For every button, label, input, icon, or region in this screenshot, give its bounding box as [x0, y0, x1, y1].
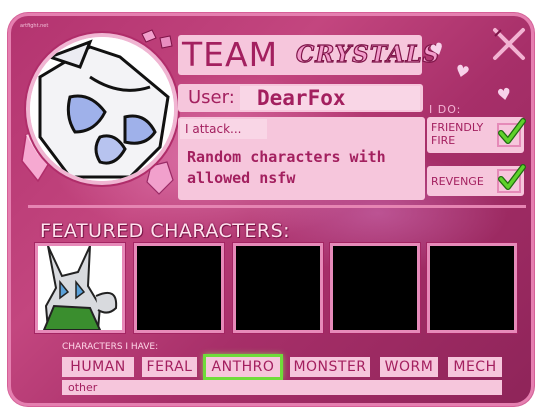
crossed-swords-icon — [493, 28, 525, 60]
i-do-heading: I DO: — [429, 103, 462, 116]
avatar[interactable] — [30, 37, 174, 181]
other-label: other — [68, 381, 98, 394]
featured-heading: FEATURED CHARACTERS: — [40, 220, 291, 242]
tag-mech[interactable]: MECH — [448, 357, 502, 377]
team-heading: TEAM — [182, 35, 279, 74]
featured-character-thumbnail — [38, 246, 122, 330]
attack-label: I attack... — [185, 122, 242, 136]
checkmark-icon — [498, 118, 526, 144]
team-name: CRYSTALS — [295, 40, 441, 68]
tag-worm[interactable]: WORM — [380, 357, 438, 377]
characters-i-have-heading: CHARACTERS I HAVE: — [62, 342, 159, 352]
avatar-portrait — [30, 37, 174, 181]
heart-icon: ♥ — [495, 83, 513, 106]
user-label: User: — [188, 87, 235, 108]
attack-text[interactable]: Random characters with allowed nsfw — [187, 147, 419, 189]
featured-slot[interactable] — [430, 246, 514, 330]
featured-slot[interactable] — [38, 246, 122, 330]
friendly-fire-checkbox[interactable] — [497, 118, 526, 147]
tag-monster[interactable]: MONSTER — [290, 357, 370, 377]
featured-slot[interactable] — [236, 246, 320, 330]
tag-anthro[interactable]: ANTHRO — [206, 357, 280, 377]
crystal-icon — [141, 29, 173, 49]
featured-slot[interactable] — [333, 246, 417, 330]
revenge-label: REVENGE — [431, 175, 484, 188]
checkmark-icon — [498, 164, 526, 190]
crystal-icon — [146, 161, 174, 195]
divider — [28, 205, 526, 208]
other-field[interactable] — [62, 380, 502, 395]
watermark: artfight.net — [20, 23, 49, 29]
tag-feral[interactable]: FERAL — [142, 357, 197, 377]
revenge-checkbox[interactable] — [497, 164, 526, 193]
friendly-fire-label: FRIENDLY FIRE — [431, 121, 484, 147]
featured-slot[interactable] — [137, 246, 221, 330]
tag-human[interactable]: HUMAN — [62, 357, 134, 377]
user-name[interactable]: DearFox — [257, 84, 346, 112]
